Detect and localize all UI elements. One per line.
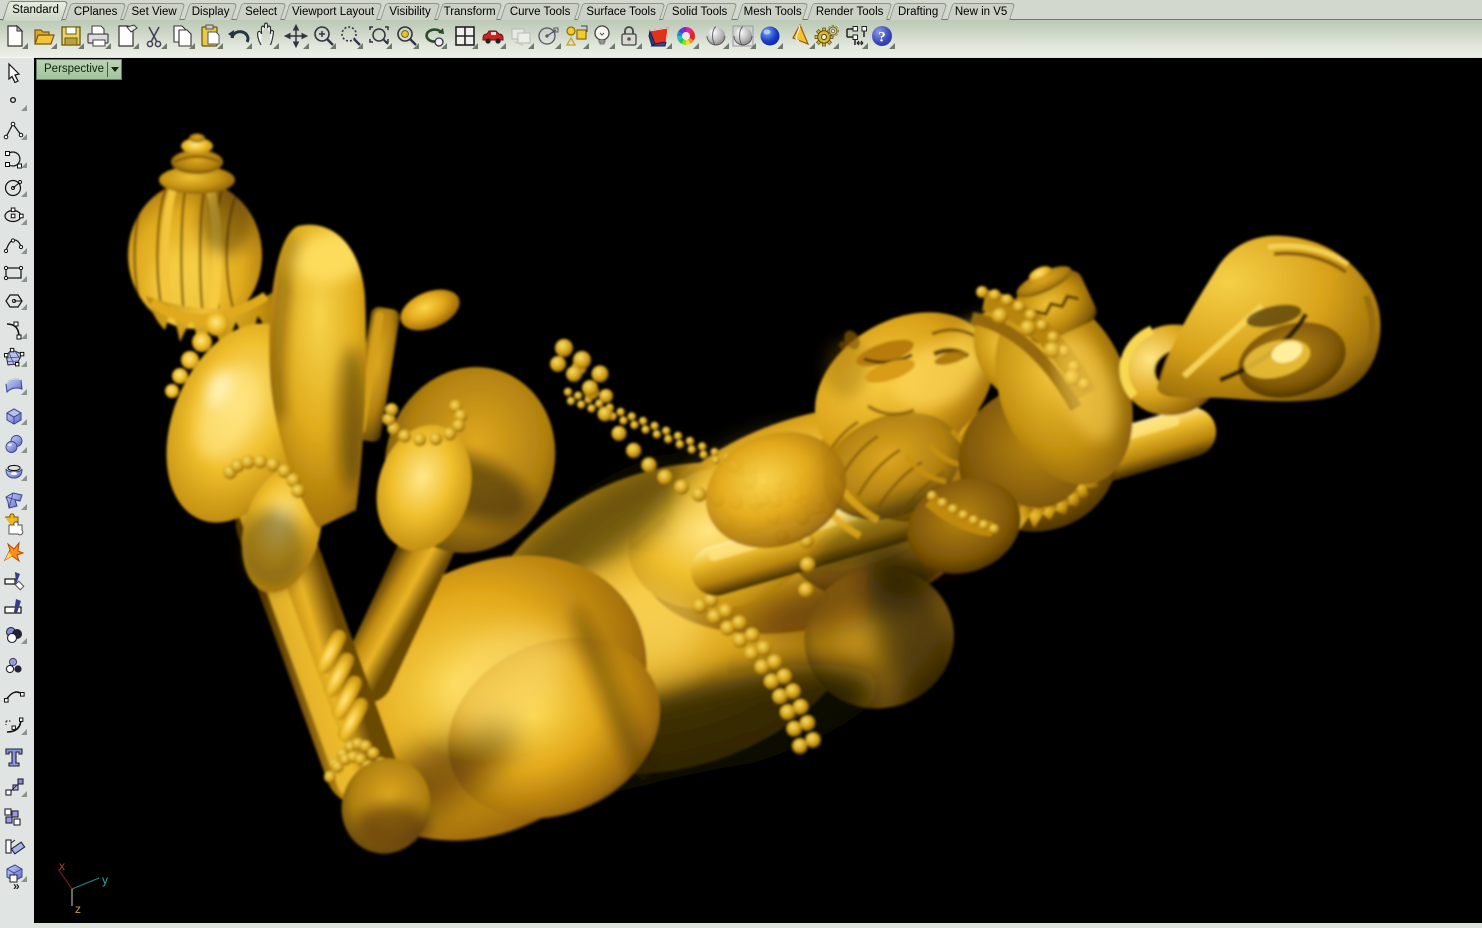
svg-text:x: x (59, 859, 65, 873)
svg-text:»: » (13, 879, 20, 893)
svg-text:y: y (102, 873, 108, 887)
svg-text:?: ? (878, 30, 886, 46)
svg-text:z: z (75, 902, 81, 916)
